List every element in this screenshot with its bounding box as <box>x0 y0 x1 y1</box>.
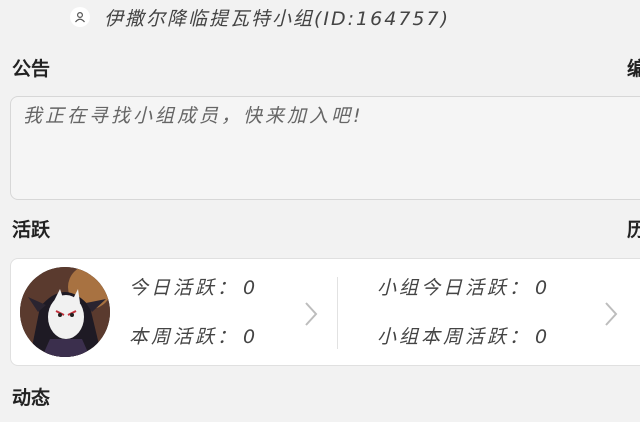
edit-notice-button[interactable]: 编 <box>627 54 640 81</box>
personal-today-value: 0 <box>243 277 259 299</box>
notice-box: 我正在寻找小组成员，快来加入吧! <box>10 96 640 200</box>
personal-activity-chevron-icon[interactable] <box>301 299 321 329</box>
dynamics-label: 动态 <box>12 387 51 409</box>
group-today-value: 0 <box>535 277 551 299</box>
activity-label: 活跃 <box>12 219 51 241</box>
personal-today-activity: 今日活跃： 0 <box>129 273 258 300</box>
title-bar: 伊撒尔降临提瓦特小组(ID:164757) <box>0 0 640 34</box>
group-page: 伊撒尔降临提瓦特小组(ID:164757) 公告 编 我正在寻找小组成员，快来加… <box>0 0 640 422</box>
notice-label: 公告 <box>12 58 51 80</box>
group-week-label: 小组本周活跃： <box>377 326 532 348</box>
personal-today-label: 今日活跃： <box>129 277 240 299</box>
activity-card: 今日活跃： 0 本周活跃： 0 小组今日活跃： 0 小组本周活跃： 0 <box>10 258 640 366</box>
history-button[interactable]: 历 <box>627 215 640 242</box>
group-week-value: 0 <box>535 326 551 348</box>
personal-week-activity: 本周活跃： 0 <box>129 322 258 349</box>
group-icon <box>70 7 90 27</box>
notice-text: 我正在寻找小组成员，快来加入吧! <box>23 105 364 127</box>
avatar-image[interactable] <box>20 267 110 357</box>
personal-week-label: 本周活跃： <box>129 326 240 348</box>
group-today-activity: 小组今日活跃： 0 <box>377 273 550 300</box>
group-activity-chevron-icon[interactable] <box>601 299 621 329</box>
personal-week-value: 0 <box>243 326 259 348</box>
divider <box>337 277 338 349</box>
group-week-activity: 小组本周活跃： 0 <box>377 322 550 349</box>
group-today-label: 小组今日活跃： <box>377 277 532 299</box>
group-title: 伊撒尔降临提瓦特小组(ID:164757) <box>104 7 450 30</box>
